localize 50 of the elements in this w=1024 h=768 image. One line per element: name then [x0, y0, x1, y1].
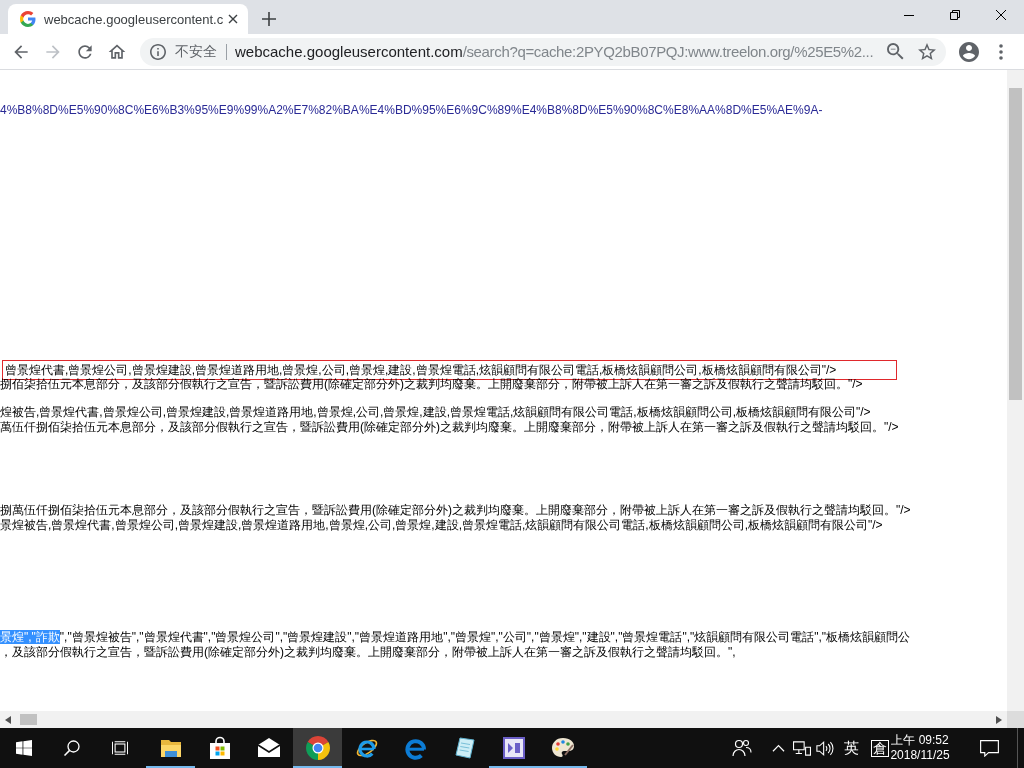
horizontal-scrollbar[interactable] [0, 711, 1007, 728]
text-line: 捌萬伍仟捌佰柒拾伍元本息部分，及該部分假執行之宣告，暨訴訟費用(除確定部分外)之裁判均廢棄。上開廢棄部分，附帶被上訴人在第一審之訴及假執行之聲請均駁回。"/> [0, 503, 911, 517]
star-icon[interactable] [918, 43, 936, 60]
scroll-left-icon[interactable] [5, 715, 11, 724]
address-bar[interactable]: 不安全 webcache.googleusercontent.com/search?q=cache:2PYQ2bB07PQJ:www.treelon.org/%25E5%2... [140, 37, 946, 66]
taskbar-app-button[interactable] [293, 728, 342, 768]
start-icon [16, 740, 32, 756]
e-logo-icon [403, 736, 428, 760]
input-mode-indicator[interactable]: 倉 [871, 739, 889, 757]
chevron-up-icon[interactable] [772, 744, 785, 752]
palette-icon [550, 736, 575, 760]
search-icon [64, 740, 80, 756]
scroll-right-icon[interactable] [996, 715, 1002, 724]
speaker-icon[interactable] [816, 740, 834, 756]
circle-logo-icon [305, 736, 330, 760]
clock-date[interactable]: 2018/11/25 [890, 748, 950, 763]
task-view-icon [112, 740, 128, 756]
envelope-icon [256, 736, 281, 760]
clock-time[interactable]: 上午 09:52 [891, 733, 949, 748]
person-icon [959, 41, 979, 62]
scrollbar-thumb[interactable] [1009, 88, 1022, 400]
text-line: 曾景煌代書,曾景煌公司,曾景煌建設,曾景煌道路用地,曾景煌,公司,曾景煌,建設,曾景煌電話,炫韻顧問有限公司電話,板橋炫韻顧問公司,板橋炫韻顧問有限公司"/> [5, 363, 837, 377]
close-icon[interactable] [228, 14, 238, 24]
info-icon[interactable] [150, 43, 166, 60]
notepad-icon [452, 736, 477, 760]
security-label[interactable]: 不安全 [175, 42, 217, 61]
close-icon [996, 10, 1006, 20]
language-indicator[interactable]: 英 [842, 738, 860, 758]
shopping-bag-icon [207, 736, 232, 760]
text-line: 萬伍仟捌佰柒拾伍元本息部分，及該部分假執行之宣告，暨訴訟費用(除確定部分外)之裁判均廢棄。上開廢棄部分，附帶被上訴人在第一審之訴及假執行之聲請均駁回。"/> [0, 420, 899, 434]
url-text[interactable]: webcache.googleusercontent.com/search?q=cache:2PYQ2bB07PQJ:www.treelon.org/%25E5%2... [235, 43, 874, 60]
text-line: 煌被告,曾景煌代書,曾景煌公司,曾景煌建設,曾景煌道路用地,曾景煌,公司,曾景煌,建設,曾景煌電話,炫韻顧問有限公司電話,板橋炫韻顧問公司,板橋炫韻顧問有限公司"/> [0, 405, 871, 419]
network-icon[interactable] [793, 740, 811, 756]
kebab-menu-icon [999, 43, 1003, 60]
notification-icon[interactable] [980, 739, 999, 757]
scrollbar-corner [1007, 711, 1024, 728]
restore-icon [950, 10, 960, 20]
zoom-out-icon[interactable] [887, 43, 904, 60]
text-line: 景煌被告,曾景煌代書,曾景煌公司,曾景煌建設,曾景煌道路用地,曾景煌,公司,曾景煌,建設,曾景煌電話,炫韻顧問有限公司電話,板橋炫韻顧問公司,板橋炫韻顧問有限公司"/> [0, 518, 883, 532]
plus-icon [262, 12, 276, 26]
text-line: 捌佰柒拾伍元本息部分，及該部分假執行之宣告，暨訴訟費用(除確定部分外)之裁判均廢棄。上開廢棄部分，附帶被上訴人在第一審之訴及假執行之聲請均駁回。"/> [0, 377, 863, 391]
vertical-scrollbar[interactable] [1007, 70, 1024, 711]
scrollbar-thumb[interactable] [20, 714, 37, 725]
framed-app-icon [501, 736, 526, 760]
text-line: ，及該部分假執行之宣告，暨訴訟費用(除確定部分外)之裁判均廢棄。上開廢棄部分，附帶被上訴人在第一審之訴及假執行之聲請均駁回。", [0, 645, 736, 659]
browser-tab[interactable]: webcache.googleusercontent.c [8, 4, 248, 34]
selected-text: 景煌","詐欺 [0, 630, 60, 644]
g-logo-icon [20, 11, 36, 27]
link-text[interactable]: 4%B8%8D%E5%90%8C%E6%B3%95%E9%99%A2%E7%82%BA%E4%BD%95%E6%9C%89%E4%B8%8D%E5%90%8C%E8%AA%8D%E5%AE%9A- [0, 103, 823, 117]
people-icon[interactable] [732, 739, 752, 757]
